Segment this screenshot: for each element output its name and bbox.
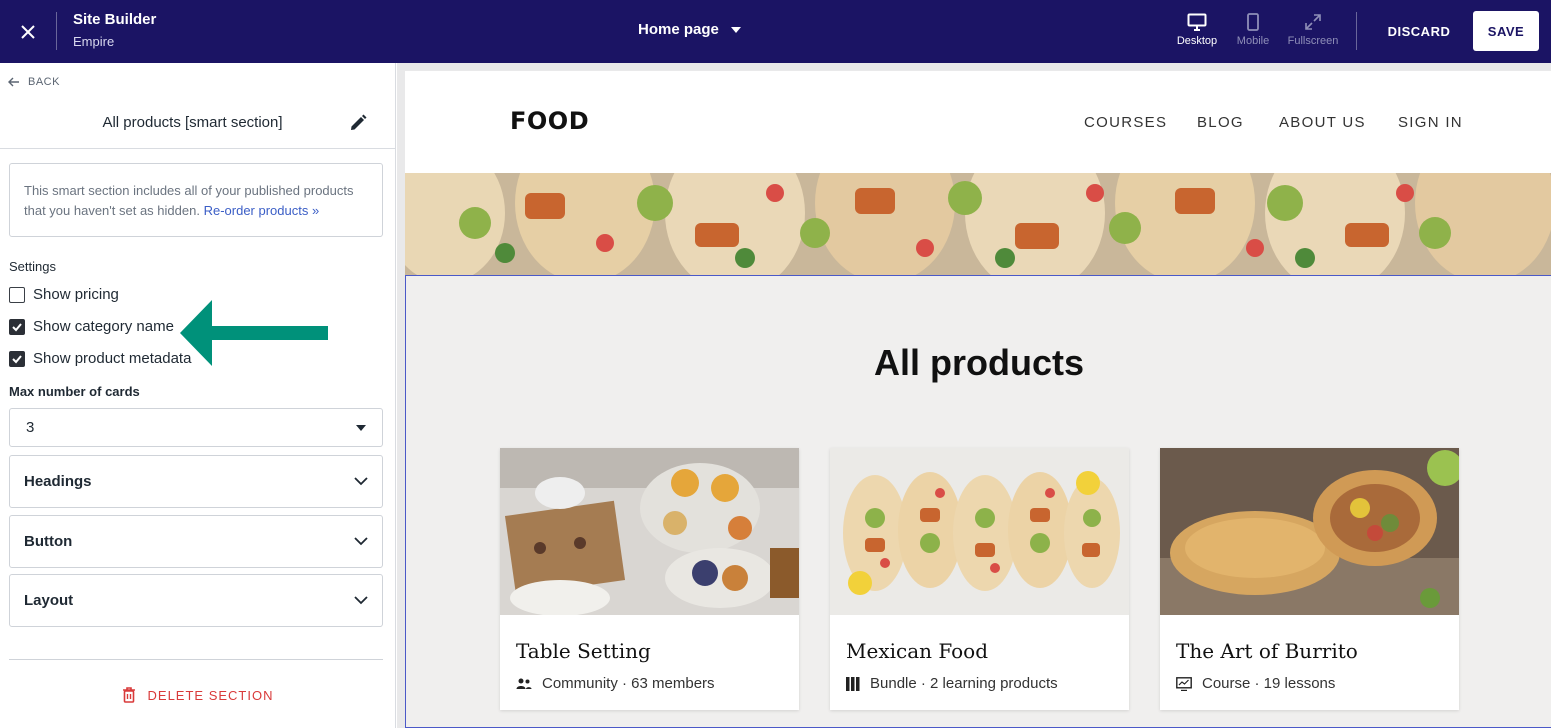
- site-logo[interactable]: FOOD: [510, 107, 589, 135]
- top-bar: Site Builder Empire Home page Desktop Mo…: [0, 0, 1551, 63]
- annotation-arrow-icon: [180, 300, 328, 366]
- caret-down-icon: [356, 424, 366, 431]
- accordion-label: Button: [24, 533, 73, 550]
- mobile-icon: [1247, 13, 1259, 31]
- product-card[interactable]: Table Setting Community · 63 members: [500, 448, 799, 710]
- product-card[interactable]: The Art of Burrito Course · 19 lessons: [1160, 448, 1459, 710]
- products-section[interactable]: All products Table Setting Community · 6…: [405, 275, 1551, 728]
- product-title: Table Setting: [516, 639, 651, 663]
- site-page: FOOD COURSES BLOG ABOUT US SIGN IN All p…: [405, 71, 1551, 728]
- max-cards-select[interactable]: 3: [9, 408, 383, 447]
- product-image: [830, 448, 1129, 615]
- accordion-label: Headings: [24, 473, 92, 490]
- community-icon: [516, 678, 532, 689]
- show-product-metadata-checkbox[interactable]: Show product metadata: [9, 350, 191, 367]
- chevron-down-icon: [354, 477, 368, 486]
- delete-label: DELETE SECTION: [147, 687, 274, 703]
- view-mobile-label: Mobile: [1236, 35, 1270, 47]
- product-meta: Community · 63 members: [516, 675, 715, 692]
- product-meta: Course · 19 lessons: [1176, 675, 1335, 692]
- products-heading: All products: [873, 342, 1084, 383]
- trash-icon: [122, 687, 135, 703]
- divider: [9, 659, 383, 660]
- chevron-down-icon: [354, 596, 368, 605]
- settings-sidebar: BACK All products [smart section] This s…: [0, 63, 396, 728]
- fullscreen-icon: [1305, 14, 1321, 30]
- bundle-icon: [846, 676, 860, 691]
- section-title: All products [smart section]: [102, 114, 283, 131]
- nav-sign-in[interactable]: SIGN IN: [1398, 114, 1463, 131]
- product-meta-text: Community · 63 members: [542, 675, 715, 692]
- show-pricing-checkbox[interactable]: Show pricing: [9, 286, 119, 303]
- arrow-left-icon: [8, 77, 19, 87]
- headings-accordion[interactable]: Headings: [9, 455, 383, 508]
- product-card[interactable]: Mexican Food Bundle · 2 learning product…: [830, 448, 1129, 710]
- settings-heading: Settings: [9, 259, 56, 274]
- close-icon: [21, 24, 35, 39]
- nav-courses[interactable]: COURSES: [1084, 114, 1167, 131]
- desktop-icon: [1187, 13, 1207, 31]
- product-image: [1160, 448, 1459, 615]
- hero-image: [405, 173, 1551, 275]
- product-image: [500, 448, 799, 615]
- product-meta-text: Bundle · 2 learning products: [870, 675, 1058, 692]
- view-desktop-button[interactable]: Desktop: [1169, 13, 1225, 53]
- divider: [56, 12, 57, 50]
- view-desktop-label: Desktop: [1176, 35, 1218, 47]
- site-header: FOOD COURSES BLOG ABOUT US SIGN IN: [405, 71, 1551, 173]
- show-category-name-checkbox[interactable]: Show category name: [9, 318, 174, 335]
- discard-button[interactable]: DISCARD: [1376, 11, 1462, 51]
- checkbox-label: Show category name: [33, 318, 174, 335]
- chevron-down-icon: [730, 26, 741, 33]
- checkbox-label: Show product metadata: [33, 350, 192, 367]
- max-cards-label: Max number of cards: [9, 384, 140, 399]
- app-title: Site Builder: [73, 11, 157, 28]
- course-icon: [1176, 676, 1192, 691]
- divider: [1356, 12, 1357, 50]
- save-button[interactable]: SAVE: [1473, 11, 1539, 51]
- checkbox-checked-icon: [9, 318, 25, 335]
- reorder-products-link[interactable]: Re-order products »: [204, 203, 320, 218]
- divider: [0, 148, 395, 149]
- product-meta-text: Course · 19 lessons: [1202, 675, 1336, 692]
- view-mobile-button[interactable]: Mobile: [1225, 13, 1281, 53]
- info-box: This smart section includes all of your …: [9, 163, 383, 237]
- nav-blog[interactable]: BLOG: [1197, 114, 1244, 131]
- checkbox-label: Show pricing: [33, 286, 119, 303]
- back-button[interactable]: BACK: [8, 76, 60, 88]
- checkbox-checked-icon: [9, 350, 25, 367]
- page-select-dropdown[interactable]: Home page: [638, 21, 741, 38]
- layout-accordion[interactable]: Layout: [9, 574, 383, 627]
- delete-section-button[interactable]: DELETE SECTION: [0, 687, 395, 703]
- chevron-down-icon: [354, 537, 368, 546]
- page-select-label: Home page: [638, 21, 719, 38]
- back-label: BACK: [28, 76, 60, 88]
- edit-section-button[interactable]: [349, 114, 367, 137]
- button-accordion[interactable]: Button: [9, 515, 383, 568]
- accordion-label: Layout: [24, 592, 74, 609]
- view-fullscreen-button[interactable]: Fullscreen: [1285, 13, 1341, 53]
- product-meta: Bundle · 2 learning products: [846, 675, 1058, 692]
- product-title: Mexican Food: [846, 639, 989, 663]
- checkbox-unchecked-icon: [9, 286, 25, 303]
- view-fullscreen-label: Fullscreen: [1287, 35, 1339, 47]
- max-cards-value: 3: [26, 419, 35, 436]
- nav-about-us[interactable]: ABOUT US: [1279, 114, 1366, 131]
- site-preview: FOOD COURSES BLOG ABOUT US SIGN IN All p…: [397, 63, 1551, 728]
- product-title: The Art of Burrito: [1176, 639, 1358, 663]
- app-subtitle: Empire: [73, 34, 115, 49]
- close-button[interactable]: [0, 0, 56, 63]
- pencil-icon: [351, 114, 367, 130]
